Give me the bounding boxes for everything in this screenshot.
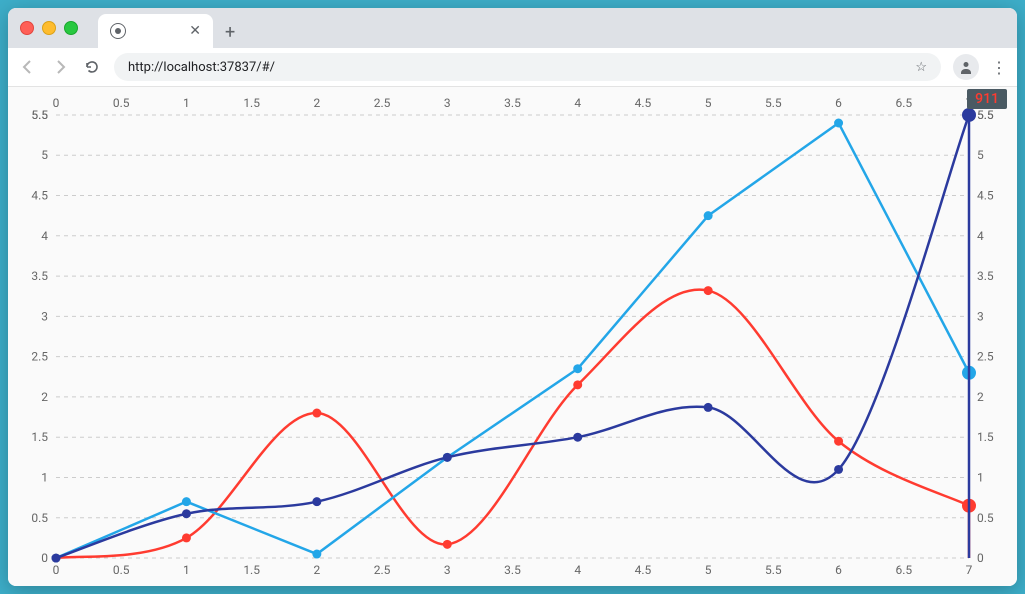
y-tick-left: 0.5 [31,511,48,525]
y-tick-left: 0 [41,551,48,565]
x-tick-top: 2.5 [374,96,391,110]
x-tick-top: 1 [183,96,190,110]
point-darkblue[interactable] [704,403,713,412]
x-tick-bottom: 4 [574,563,581,577]
new-tab-button[interactable]: + [225,24,235,42]
tooltip-value: 911 [967,89,1007,109]
x-tick-top: 4.5 [635,96,652,110]
chrome-favicon-icon [110,23,126,39]
y-tick-right: 1 [977,470,984,484]
x-tick-bottom: 6 [835,563,842,577]
x-tick-top: 4 [574,96,581,110]
y-tick-left: 3.5 [31,269,48,283]
y-tick-right: 1.5 [977,430,994,444]
address-bar[interactable]: http://localhost:37837/#/ ☆ [114,53,941,81]
y-tick-right: 0.5 [977,511,994,525]
point-darkblue[interactable] [443,453,452,462]
point-lightblue[interactable] [834,119,843,128]
y-tick-right: 4 [977,229,984,243]
x-tick-bottom: 0.5 [113,563,130,577]
x-tick-top: 6 [835,96,842,110]
point-red[interactable] [573,380,582,389]
point-darkblue[interactable] [182,509,191,518]
x-tick-bottom: 3.5 [504,563,521,577]
point-darkblue[interactable] [573,433,582,442]
bookmark-star-icon[interactable]: ☆ [915,60,927,75]
point-darkblue[interactable] [312,497,321,506]
minimize-window-icon[interactable] [42,21,56,35]
zoom-window-icon[interactable] [64,21,78,35]
x-tick-top: 5.5 [765,96,782,110]
y-tick-left: 5 [41,148,48,162]
y-tick-left: 4.5 [31,189,48,203]
point-red[interactable] [443,540,452,549]
point-red[interactable] [704,286,713,295]
x-tick-top: 1.5 [243,96,260,110]
back-button[interactable] [18,59,38,75]
forward-button[interactable] [50,59,70,75]
y-tick-right: 3.5 [977,269,994,283]
y-tick-right: 0 [977,551,984,565]
point-lightblue[interactable] [573,364,582,373]
y-tick-right: 5 [977,148,984,162]
x-tick-bottom: 5.5 [765,563,782,577]
toolbar: http://localhost:37837/#/ ☆ ⋮ [8,48,1017,87]
point-darkblue[interactable] [52,554,61,563]
window-controls [16,8,86,48]
x-tick-bottom: 0 [53,563,60,577]
x-tick-top: 5 [705,96,712,110]
x-tick-bottom: 7 [966,563,973,577]
point-red[interactable] [834,437,843,446]
url-text: http://localhost:37837/#/ [128,60,915,75]
x-tick-top: 2 [313,96,320,110]
y-tick-right: 3 [977,309,984,323]
close-window-icon[interactable] [20,21,34,35]
browser-window: ✕ + http://localhost:37837/#/ ☆ ⋮ 911 00… [8,8,1017,586]
x-tick-top: 0 [53,96,60,110]
point-lightblue[interactable] [704,211,713,220]
x-tick-bottom: 3 [444,563,451,577]
y-tick-right: 2 [977,390,984,404]
reload-button[interactable] [82,59,102,75]
point-red[interactable] [182,533,191,542]
y-tick-right: 2.5 [977,350,994,364]
line-chart[interactable]: 000.50.5111.51.5222.52.5333.53.5444.54.5… [8,87,1017,586]
svg-text:5.5: 5.5 [31,108,48,122]
close-tab-icon[interactable]: ✕ [189,24,201,38]
y-tick-left: 2 [41,390,48,404]
tab-strip: ✕ + [8,8,1017,48]
x-tick-top: 3.5 [504,96,521,110]
x-tick-top: 0.5 [113,96,130,110]
point-lightblue[interactable] [182,497,191,506]
x-tick-bottom: 4.5 [635,563,652,577]
x-tick-top: 6.5 [895,96,912,110]
browser-tab[interactable]: ✕ [98,14,213,48]
y-tick-left: 1 [41,470,48,484]
y-tick-left: 1.5 [31,430,48,444]
y-tick-left: 2.5 [31,350,48,364]
y-tick-right: 4.5 [977,189,994,203]
point-lightblue[interactable] [312,550,321,559]
x-tick-bottom: 2 [313,563,320,577]
point-red[interactable] [312,409,321,418]
x-tick-bottom: 5 [705,563,712,577]
y-tick-left: 4 [41,229,48,243]
y-tick-left: 3 [41,309,48,323]
x-tick-bottom: 2.5 [374,563,391,577]
x-tick-top: 3 [444,96,451,110]
page-content: 911 000.50.5111.51.5222.52.5333.53.5444.… [8,87,1017,586]
svg-text:5.5: 5.5 [977,108,994,122]
x-tick-bottom: 6.5 [895,563,912,577]
series-darkblue[interactable] [56,115,969,558]
point-darkblue[interactable] [834,465,843,474]
profile-avatar[interactable] [953,54,979,80]
x-tick-bottom: 1.5 [243,563,260,577]
series-lightblue[interactable] [56,123,969,558]
menu-button[interactable]: ⋮ [991,58,1007,77]
x-tick-bottom: 1 [183,563,190,577]
